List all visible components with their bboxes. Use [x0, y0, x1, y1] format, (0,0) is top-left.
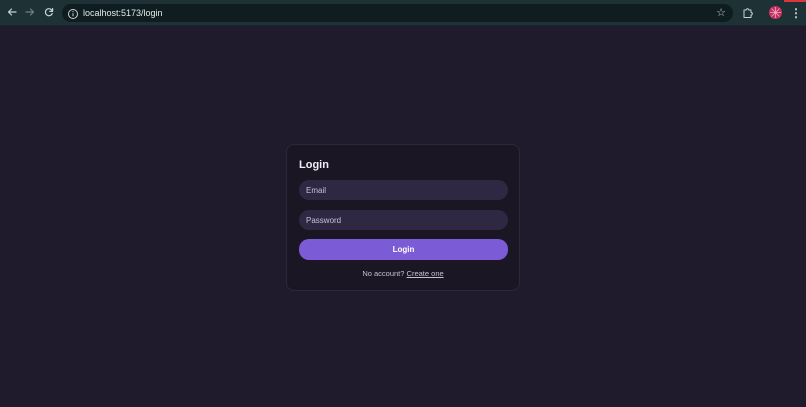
- arrow-right-icon: [25, 7, 35, 19]
- email-input[interactable]: [299, 180, 508, 200]
- profile-avatar-icon[interactable]: [769, 6, 782, 19]
- site-info-icon[interactable]: [67, 7, 79, 19]
- create-account-link[interactable]: Create one: [407, 269, 444, 278]
- star-icon[interactable]: ☆: [716, 6, 726, 20]
- signup-prompt: No account? Create one: [287, 269, 519, 279]
- url-text[interactable]: localhost:5173/login: [83, 6, 163, 20]
- login-title: Login: [299, 159, 329, 171]
- address-bar[interactable]: localhost:5173/login ☆: [62, 4, 733, 22]
- browser-toolbar: localhost:5173/login ☆ ⋮: [0, 0, 806, 26]
- page-content: Login Login No account? Create one: [0, 26, 806, 407]
- no-account-text: No account?: [362, 269, 405, 278]
- login-button[interactable]: Login: [299, 239, 508, 260]
- arrow-left-icon: [7, 7, 17, 19]
- kebab-menu-icon[interactable]: ⋮: [790, 5, 802, 21]
- window-accent: [784, 0, 806, 2]
- reload-button[interactable]: [41, 5, 57, 21]
- reload-icon: [44, 7, 54, 19]
- login-card: Login Login No account? Create one: [286, 144, 520, 291]
- password-input[interactable]: [299, 210, 508, 230]
- back-button[interactable]: [4, 5, 20, 21]
- forward-button[interactable]: [22, 5, 38, 21]
- puzzle-icon[interactable]: [741, 6, 755, 20]
